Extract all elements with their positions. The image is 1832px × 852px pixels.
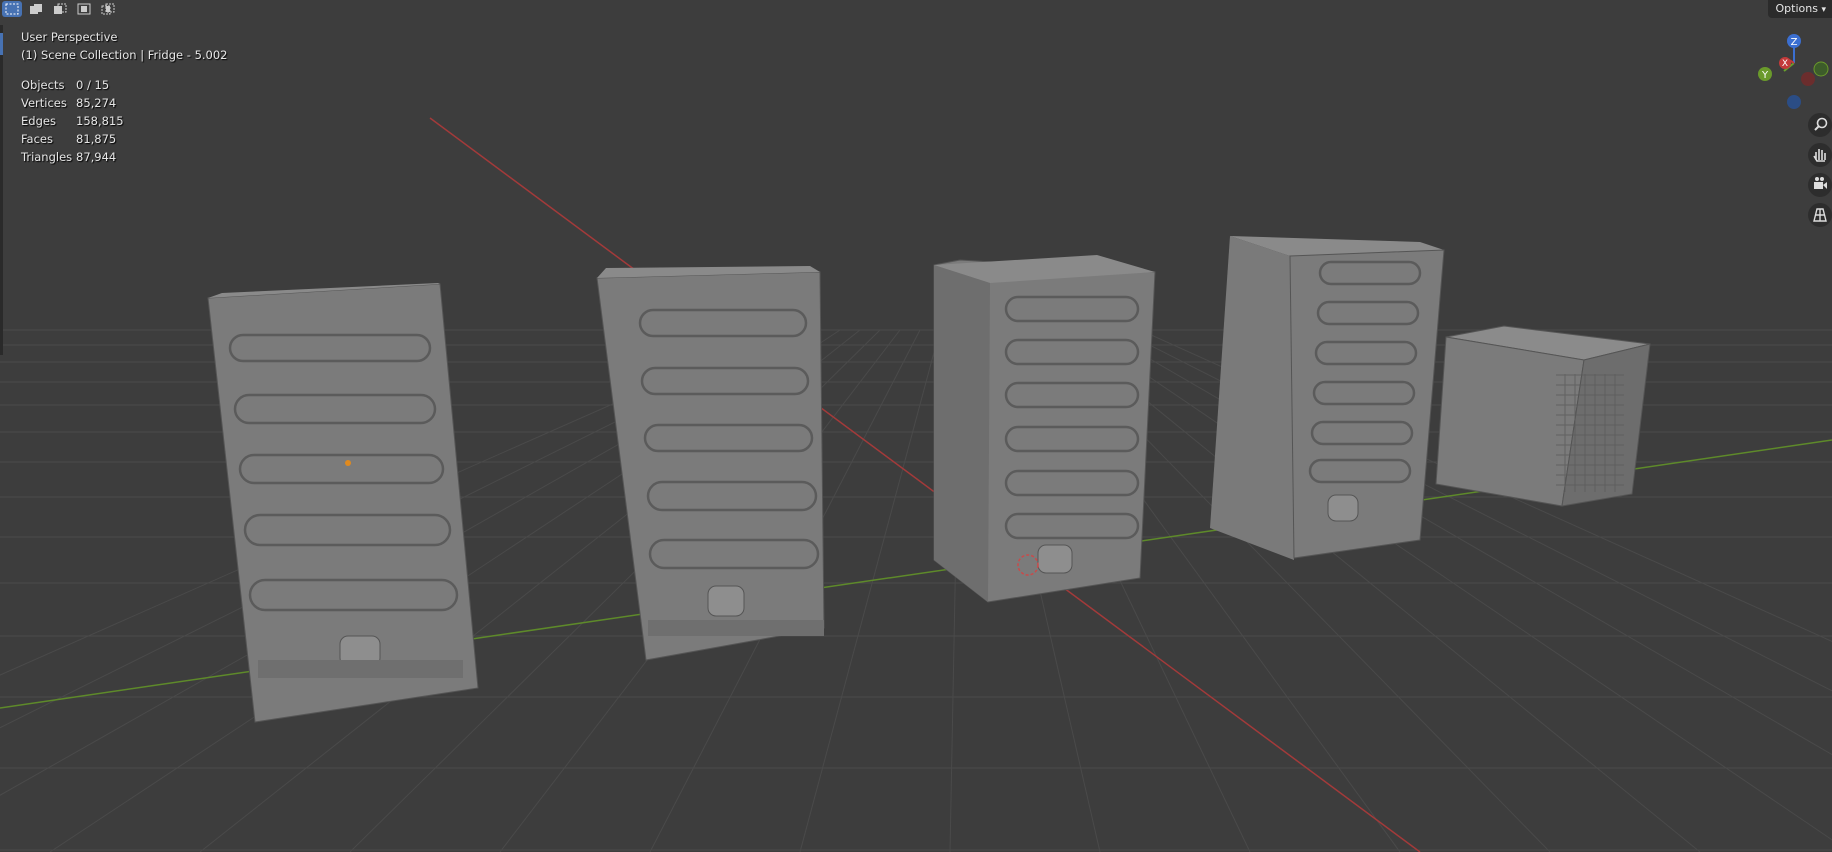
stat-label: Edges bbox=[21, 114, 56, 128]
stat-value: 158,815 bbox=[76, 114, 124, 128]
fridge-model-1[interactable] bbox=[207, 283, 479, 723]
fridge-model-2[interactable] bbox=[596, 266, 825, 661]
stat-value: 0 / 15 bbox=[76, 78, 110, 92]
zoom-icon[interactable] bbox=[1808, 113, 1832, 137]
chevron-down-icon: ▾ bbox=[1821, 5, 1826, 15]
gizmo-neg-x-axis[interactable] bbox=[1801, 72, 1815, 86]
stat-value: 85,274 bbox=[76, 96, 117, 110]
navigation-gizmo[interactable]: Z X Y bbox=[1758, 34, 1829, 109]
view-name: User Perspective bbox=[21, 30, 118, 44]
select-extend-icon[interactable] bbox=[26, 1, 46, 17]
left-toolbar-edge bbox=[0, 25, 3, 355]
stat-label: Triangles bbox=[21, 150, 73, 164]
stat-row-edges: Edges 158,815 bbox=[21, 112, 228, 130]
stat-row-faces: Faces 81,875 bbox=[21, 130, 228, 148]
stat-value: 81,875 bbox=[76, 132, 117, 146]
pan-hand-icon[interactable] bbox=[1808, 143, 1832, 167]
gizmo-y-label: Y bbox=[1761, 70, 1769, 81]
select-subtract-icon[interactable] bbox=[50, 1, 70, 17]
stat-label: Objects bbox=[21, 78, 65, 92]
scene-statistics: Objects 0 / 15 Vertices 85,274 Edges 158,81… bbox=[21, 76, 228, 166]
collection-info: (1) Scene Collection | Fridge - 5.002 bbox=[21, 48, 228, 62]
stat-label: Vertices bbox=[21, 96, 67, 110]
stat-row-objects: Objects 0 / 15 bbox=[21, 76, 228, 94]
gizmo-x-label: X bbox=[1782, 59, 1788, 69]
fridge-model-3[interactable] bbox=[933, 255, 1156, 603]
stat-row-vertices: Vertices 85,274 bbox=[21, 94, 228, 112]
camera-icon[interactable] bbox=[1808, 173, 1832, 197]
gizmo-neg-z-axis[interactable] bbox=[1787, 95, 1801, 109]
viewport-info-overlay: User Perspective (1) Scene Collection | … bbox=[21, 28, 228, 166]
stat-row-triangles: Triangles 87,944 bbox=[21, 148, 228, 166]
grid-perspective-icon[interactable] bbox=[1808, 203, 1832, 227]
selection-mode-toolbar bbox=[0, 0, 118, 18]
stat-value: 87,944 bbox=[76, 150, 117, 164]
select-intersect-icon[interactable] bbox=[98, 1, 118, 17]
fridge-model-4[interactable] bbox=[1210, 236, 1445, 560]
select-new-icon[interactable] bbox=[2, 1, 22, 17]
gizmo-neg-y-axis[interactable] bbox=[1813, 61, 1829, 77]
stat-label: Faces bbox=[21, 132, 53, 146]
3d-viewport[interactable]: Z X Y bbox=[0, 0, 1832, 852]
fridge-model-5[interactable] bbox=[1435, 325, 1651, 507]
gizmo-z-label: Z bbox=[1791, 37, 1798, 48]
active-tool-indicator bbox=[0, 33, 3, 55]
options-dropdown[interactable]: Options ▾ bbox=[1767, 0, 1832, 18]
select-invert-icon[interactable] bbox=[74, 1, 94, 17]
options-label: Options bbox=[1775, 2, 1818, 15]
